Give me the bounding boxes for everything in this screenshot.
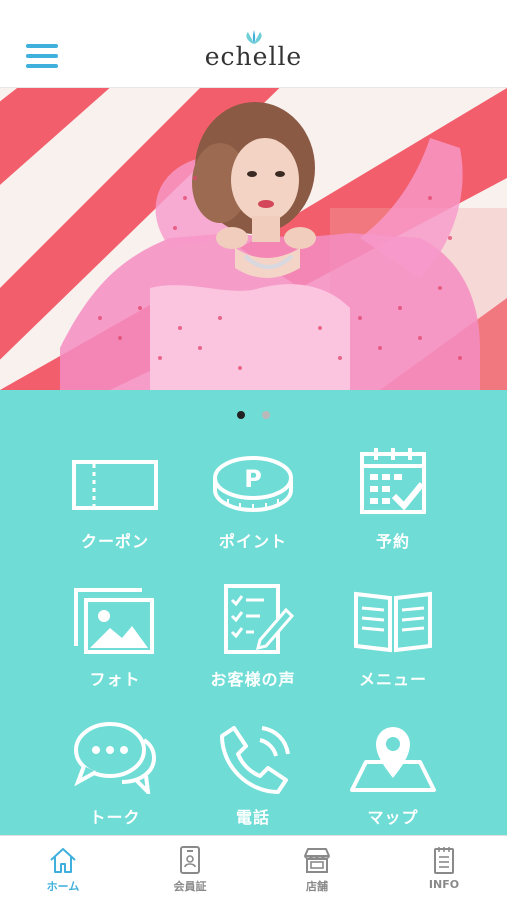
menu-item-photo[interactable]: フォト [40, 586, 190, 706]
tab-info[interactable]: INFO [381, 836, 507, 900]
map-pin-icon [350, 727, 436, 792]
menu-item-label: クーポン [80, 532, 149, 551]
hero-banner[interactable] [0, 88, 507, 390]
menu-item-point[interactable]: P ポイント [178, 454, 328, 574]
menu-item-label: 電話 [235, 808, 270, 827]
menu-item-talk[interactable]: トーク [40, 720, 190, 840]
app-header: echelle [0, 0, 507, 88]
hero-model-image [0, 88, 507, 390]
home-icon [50, 848, 76, 873]
ticket-icon [72, 460, 158, 510]
tab-label: 会員証 [173, 880, 207, 893]
store-icon [304, 848, 330, 873]
brand-logo[interactable]: echelle [0, 30, 507, 71]
open-book-icon [354, 591, 432, 653]
clipboard-pen-icon [224, 584, 295, 654]
tab-store[interactable]: 店舗 [254, 836, 380, 900]
menu-item-coupon[interactable]: クーポン [40, 454, 190, 574]
logo-text: echelle [204, 42, 303, 71]
menu-item-label: 予約 [375, 532, 410, 551]
menu-item-label: トーク [89, 808, 141, 827]
bottom-tab-bar: ホーム 会員証 店舗 INFO [0, 835, 507, 900]
photo-icon [74, 588, 154, 654]
menu-item-customer-voice[interactable]: お客様の声 [178, 582, 328, 702]
tab-label: ホーム [46, 880, 80, 893]
tab-label: INFO [428, 878, 460, 891]
menu-item-menu[interactable]: メニュー [318, 588, 468, 708]
menu-item-label: メニュー [358, 670, 427, 689]
phone-icon [220, 726, 290, 794]
menu-item-label: マップ [367, 808, 419, 827]
member-card-icon [180, 846, 200, 874]
calendar-check-icon [360, 448, 426, 514]
carousel-dot[interactable] [262, 411, 271, 419]
menu-item-reservation[interactable]: 予約 [318, 444, 468, 564]
menu-item-label: フォト [89, 670, 141, 689]
carousel-dots [0, 404, 507, 419]
menu-grid-area: クーポン P ポイント 予約 フォト お客様の声 メニュー トーク 電話 マップ [0, 390, 507, 835]
chat-bubbles-icon [74, 722, 157, 794]
tab-label: 店舗 [306, 880, 328, 893]
menu-item-phone[interactable]: 電話 [178, 722, 328, 842]
menu-item-label: お客様の声 [210, 670, 296, 689]
menu-item-map[interactable]: マップ [318, 720, 468, 840]
svg-text:P: P [244, 465, 262, 493]
tab-member-card[interactable]: 会員証 [127, 836, 253, 900]
carousel-dot-active[interactable] [236, 411, 245, 419]
menu-item-label: ポイント [218, 532, 287, 551]
info-document-icon [434, 847, 454, 874]
point-coin-icon: P [213, 456, 293, 513]
tab-home[interactable]: ホーム [0, 836, 126, 900]
